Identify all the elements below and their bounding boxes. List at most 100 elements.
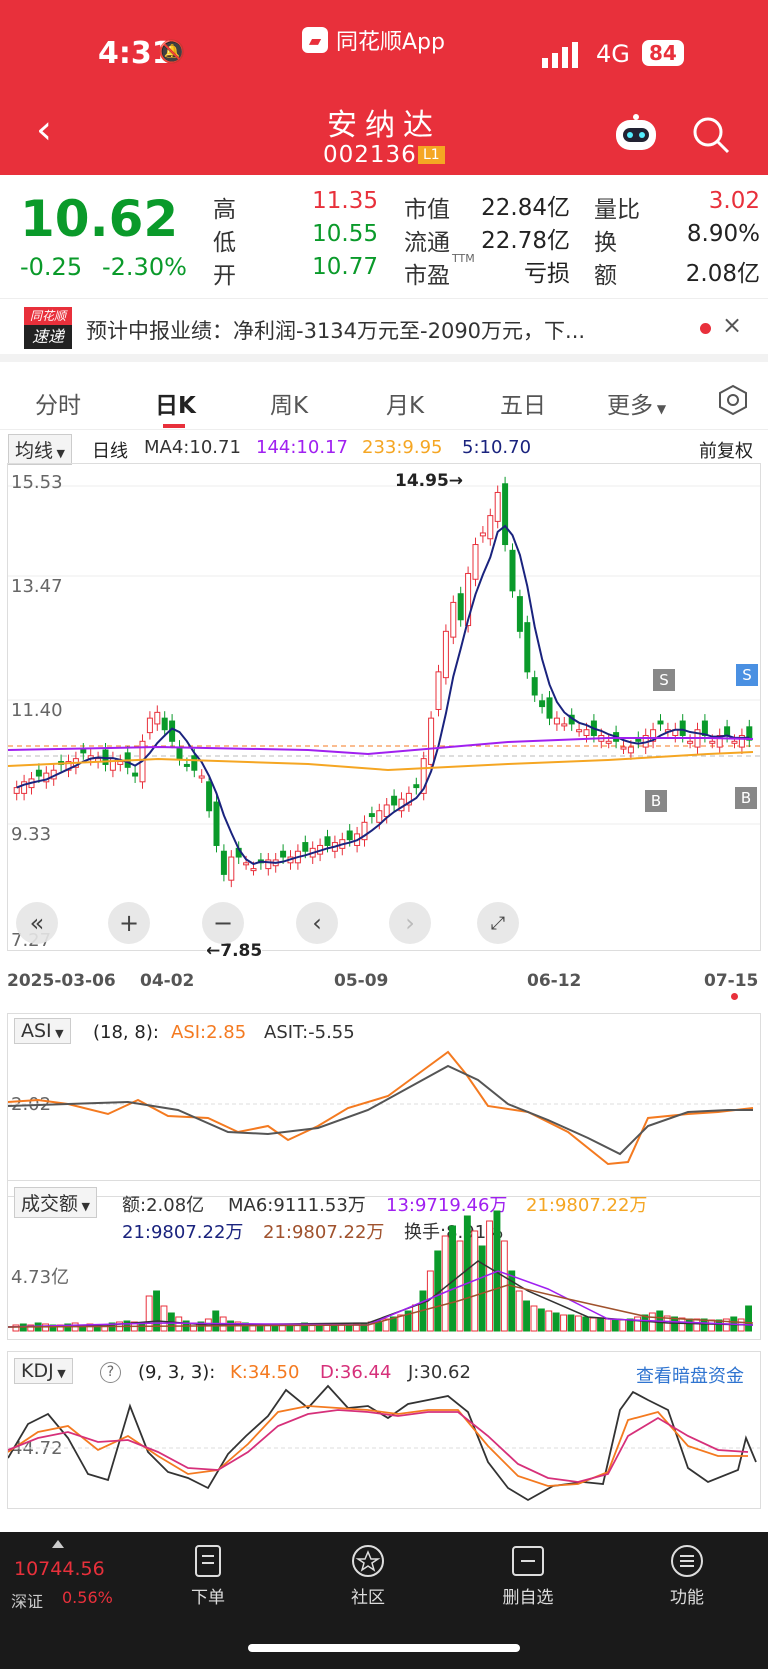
- label-pe: 市盈: [404, 263, 450, 289]
- nav-order-label: 下单: [191, 1588, 225, 1608]
- buy-marker[interactable]: B: [645, 790, 667, 812]
- latest-dot: [731, 993, 738, 1000]
- period-tabs: 分时 日K 周K 月K 五日 更多 ▼: [0, 370, 768, 430]
- period-label: 日线: [92, 441, 128, 462]
- home-indicator: [248, 1644, 520, 1652]
- label-vol-ratio: 量比: [594, 197, 640, 223]
- nav-community-label: 社区: [351, 1588, 385, 1608]
- x-tick: 04-02: [140, 971, 195, 991]
- news-badge-top: 同花顺: [24, 307, 72, 325]
- price-change-pct: -2.30%: [102, 253, 187, 281]
- signal-icon: [542, 42, 578, 68]
- x-tick: 05-09: [334, 971, 389, 991]
- nav-community[interactable]: 社区: [323, 1544, 413, 1608]
- amount-panel[interactable]: 成交额 ▼ 额:2.08亿 MA6:9111.53万 13:9719.46万 2…: [7, 1180, 761, 1340]
- buy-marker[interactable]: B: [735, 787, 757, 809]
- nav-functions[interactable]: 功能: [642, 1544, 732, 1608]
- value-pe: 亏损: [524, 261, 570, 287]
- nav-remove-label: 删自选: [502, 1588, 554, 1608]
- index-name: 深证: [11, 1592, 44, 1611]
- x-tick: 2025-03-06: [7, 971, 116, 991]
- y-tick: 15.53: [11, 472, 63, 493]
- pan-left-icon[interactable]: ‹: [296, 902, 338, 944]
- menu-circle-icon: [671, 1545, 703, 1577]
- kdj-canvas: [8, 1384, 760, 1502]
- sell-marker[interactable]: S: [653, 669, 675, 691]
- tab-underline: [163, 424, 185, 428]
- value-float-cap: 22.78亿: [481, 228, 570, 254]
- value-low: 10.55: [312, 221, 378, 247]
- robot-assistant-icon[interactable]: [614, 114, 658, 154]
- y-tick: 9.33: [11, 824, 52, 845]
- news-badge-bottom: 速递: [24, 325, 72, 349]
- asi-canvas: [8, 1050, 760, 1166]
- tab-more-label: 更多: [607, 393, 653, 419]
- ma144-label: 144:10.17: [256, 437, 348, 458]
- zoom-out-all-icon[interactable]: «: [16, 902, 58, 944]
- expand-up-icon[interactable]: [52, 1540, 64, 1548]
- caret-down-icon: ▼: [53, 447, 65, 460]
- adjust-mode[interactable]: 前复权: [699, 437, 753, 463]
- stock-code: 002136: [323, 142, 417, 168]
- level-badge: L1: [418, 146, 445, 164]
- ma5-label: 5:10.70: [462, 437, 532, 458]
- zoom-out-icon[interactable]: −: [202, 902, 244, 944]
- battery-indicator: 84: [642, 40, 684, 66]
- label-turnover: 换: [594, 230, 617, 256]
- index-pct: 0.56%: [62, 1588, 113, 1607]
- tab-daily-k[interactable]: 日K: [155, 386, 196, 420]
- community-star-icon: [352, 1545, 384, 1577]
- news-text[interactable]: 预计中报业绩：净利润-3134万元至-2090万元，下...: [86, 315, 585, 345]
- tab-more[interactable]: 更多 ▼: [607, 386, 666, 420]
- index-value[interactable]: 10744.56: [14, 1558, 105, 1580]
- news-badge: 同花顺 速递: [24, 307, 72, 349]
- asi-panel[interactable]: ASI ▼ (18, 8): ASI:2.85 ASIT:-5.55 2.02: [7, 1013, 761, 1197]
- settings-hexagon-icon[interactable]: [717, 384, 749, 416]
- pan-right-icon[interactable]: ›: [389, 902, 431, 944]
- value-amount: 2.08亿: [685, 261, 760, 287]
- zoom-in-icon[interactable]: +: [108, 902, 150, 944]
- label-float-cap: 流通: [404, 230, 450, 256]
- y-tick: 11.40: [11, 700, 63, 721]
- remove-watchlist-icon: [512, 1546, 544, 1576]
- app-name: 同花顺App: [336, 30, 445, 55]
- x-tick: 06-12: [527, 971, 582, 991]
- kdj-panel[interactable]: KDJ ▼ ? (9, 3, 3): K:34.50 D:36.44 J:30.…: [7, 1351, 761, 1509]
- header-bar: 4:31 🔕 ▰ 同花顺App 4G 84 ‹ 安纳达 002136 L1: [0, 0, 768, 175]
- price-change: -0.25: [20, 253, 83, 281]
- sell-marker[interactable]: S: [736, 664, 758, 686]
- x-tick: 07-15: [704, 971, 759, 991]
- unread-dot: [700, 323, 711, 334]
- news-ticker[interactable]: 同花顺 速递 预计中报业绩：净利润-3134万元至-2090万元，下... ×: [0, 298, 768, 362]
- value-vol-ratio: 3.02: [708, 188, 760, 214]
- bottom-nav: 10744.56 深证 0.56% 下单 社区 删自选 功能: [0, 1532, 768, 1669]
- tab-monthly-k[interactable]: 月K: [386, 386, 424, 420]
- last-price: 10.62: [20, 190, 179, 248]
- label-high: 高: [213, 197, 236, 223]
- amount-canvas: [8, 1210, 754, 1332]
- label-mkt-cap: 市值: [404, 197, 450, 223]
- search-icon[interactable]: [692, 116, 732, 156]
- kline-chart[interactable]: 15.53 13.47 11.40 9.33 7.27 14.95→ ←7.85…: [7, 463, 761, 961]
- network-type: 4G: [596, 40, 630, 68]
- close-icon[interactable]: ×: [722, 311, 742, 339]
- y-tick: 13.47: [11, 576, 63, 597]
- tab-weekly-k[interactable]: 周K: [270, 386, 308, 420]
- nav-order[interactable]: 下单: [163, 1544, 253, 1608]
- tab-five-day[interactable]: 五日: [500, 386, 546, 420]
- app-indicator: ▰ 同花顺App: [302, 24, 445, 56]
- value-turnover: 8.90%: [686, 221, 760, 247]
- value-mkt-cap: 22.84亿: [481, 195, 570, 221]
- label-low: 低: [213, 230, 236, 256]
- ma233-label: 233:9.95: [362, 437, 443, 458]
- caret-down-icon: ▼: [653, 402, 667, 416]
- low-marker: ←7.85: [206, 941, 263, 961]
- nav-remove-watchlist[interactable]: 删自选: [483, 1544, 573, 1608]
- order-document-icon: [195, 1545, 221, 1577]
- indicator-selector[interactable]: 均线 ▼: [8, 434, 72, 465]
- high-marker: 14.95→: [395, 471, 464, 491]
- label-amount: 额: [594, 263, 617, 289]
- nav-functions-label: 功能: [670, 1588, 704, 1608]
- tab-intraday[interactable]: 分时: [35, 386, 81, 420]
- fullscreen-icon[interactable]: ⤢: [477, 902, 519, 944]
